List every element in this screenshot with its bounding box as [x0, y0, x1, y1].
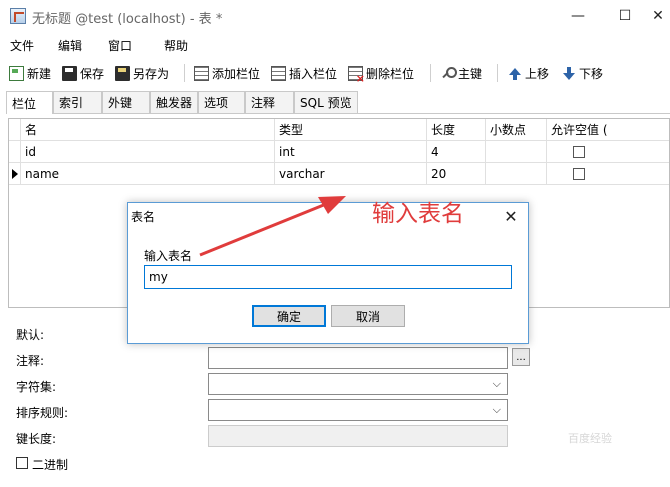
watermark: 百度经验 — [568, 432, 612, 445]
add-column-button[interactable]: 添加栏位 — [194, 63, 260, 83]
insert-column-label: 插入栏位 — [289, 66, 338, 81]
insert-column-icon — [271, 65, 286, 81]
key-length-field — [208, 425, 508, 447]
new-icon — [9, 65, 24, 81]
table-row-nullable-cell[interactable] — [547, 141, 669, 163]
primary-key-label: 主键 — [458, 66, 483, 81]
cancel-button[interactable]: 取消 — [331, 305, 405, 327]
charset-select[interactable]: ⌵ — [208, 373, 508, 395]
add-column-label: 添加栏位 — [212, 66, 261, 81]
insert-column-button[interactable]: 插入栏位 — [271, 63, 337, 83]
tab-comment[interactable]: 注释 — [245, 91, 294, 113]
collation-select[interactable]: ⌵ — [208, 399, 508, 421]
save-as-label: 另存为 — [133, 66, 170, 81]
arrow-up-icon — [507, 66, 522, 81]
chevron-down-icon: ⌵ — [492, 377, 501, 390]
default-label: 默认: — [16, 328, 45, 342]
move-down-button[interactable]: 下移 — [561, 63, 603, 83]
comment-ellipsis-button[interactable]: ... — [512, 348, 530, 366]
nullable-checkbox[interactable] — [573, 167, 585, 180]
save-as-icon — [115, 65, 130, 81]
table-name-input[interactable]: my — [144, 265, 512, 289]
table-designer-icon — [10, 8, 26, 24]
toolbar-separator — [497, 64, 498, 82]
tab-divider — [6, 113, 670, 114]
minimize-icon[interactable]: — — [555, 0, 601, 32]
dialog-title: 表名 — [131, 210, 156, 224]
tab-options[interactable]: 选项 — [198, 91, 245, 113]
window-title: 无标题 @test (localhost) - 表 * — [32, 12, 223, 27]
tab-foreign-keys[interactable]: 外键 — [102, 91, 150, 113]
toolbar-separator — [430, 64, 431, 82]
close-icon[interactable]: ✕ — [646, 0, 670, 32]
maximize-icon[interactable]: ☐ — [602, 0, 648, 32]
move-up-button[interactable]: 上移 — [507, 63, 549, 83]
binary-label: 二进制 — [32, 458, 69, 472]
menu-bar: 文件 编辑 窗口 帮助 — [0, 32, 670, 56]
delete-column-label: 删除栏位 — [366, 66, 415, 81]
collation-label: 排序规则: — [16, 406, 69, 420]
close-icon[interactable]: ✕ — [498, 203, 524, 229]
table-row-type-cell[interactable]: varchar — [275, 163, 427, 185]
new-label: 新建 — [27, 66, 52, 81]
save-icon — [62, 65, 77, 81]
table-row-name-cell[interactable]: name — [21, 163, 275, 185]
table-row-length-cell[interactable]: 4 — [427, 141, 486, 163]
add-column-icon — [194, 65, 209, 81]
comment-field[interactable] — [208, 347, 508, 369]
table-row-decimals-cell[interactable] — [486, 163, 547, 185]
table-row-nullable-cell[interactable] — [547, 163, 669, 185]
chevron-down-icon: ⌵ — [492, 403, 501, 416]
menu-window[interactable]: 窗口 — [108, 37, 132, 54]
move-down-label: 下移 — [579, 66, 604, 81]
save-label: 保存 — [80, 66, 105, 81]
tab-triggers[interactable]: 触发器 — [150, 91, 198, 113]
binary-checkbox[interactable] — [16, 457, 28, 469]
ok-button[interactable]: 确定 — [252, 305, 326, 327]
row-header-cell — [9, 119, 21, 141]
key-icon — [440, 66, 457, 81]
column-header-decimals[interactable]: 小数点 — [486, 119, 547, 141]
tab-fields[interactable]: 栏位 — [6, 91, 53, 114]
menu-help[interactable]: 帮助 — [164, 37, 188, 54]
tab-sql-preview[interactable]: SQL 预览 — [294, 91, 358, 113]
arrow-down-icon — [561, 66, 576, 81]
charset-label: 字符集: — [16, 380, 57, 394]
table-name-dialog: 表名 ✕ 输入表名 my 确定 取消 — [127, 202, 529, 344]
save-button[interactable]: 保存 — [62, 63, 104, 83]
table-name-prompt: 输入表名 — [144, 249, 193, 263]
delete-column-icon — [348, 65, 365, 85]
move-up-label: 上移 — [525, 66, 550, 81]
tab-indexes[interactable]: 索引 — [53, 91, 102, 113]
key-length-label: 键长度: — [16, 432, 57, 446]
nullable-checkbox[interactable] — [573, 145, 585, 158]
table-row-length-cell[interactable]: 20 — [427, 163, 486, 185]
primary-key-button[interactable]: 主键 — [440, 63, 482, 83]
toolbar: 新建 保存 另存为 添加栏位 插入栏位 删除栏位 主键 上移 下移 — [0, 58, 670, 88]
column-header-type[interactable]: 类型 — [275, 119, 427, 141]
new-button[interactable]: 新建 — [9, 63, 51, 83]
table-row-name-cell[interactable]: id — [21, 141, 275, 163]
column-header-length[interactable]: 长度 — [427, 119, 486, 141]
annotation-text: 输入表名 — [372, 201, 464, 227]
delete-column-button[interactable]: 删除栏位 — [348, 63, 415, 85]
table-row-type-cell[interactable]: int — [275, 141, 427, 163]
menu-file[interactable]: 文件 — [10, 37, 34, 54]
menu-edit[interactable]: 编辑 — [58, 37, 82, 54]
save-as-button[interactable]: 另存为 — [115, 63, 169, 83]
column-header-nullable[interactable]: 允许空值 ( — [547, 119, 669, 141]
table-row-decimals-cell[interactable] — [486, 141, 547, 163]
column-header-name[interactable]: 名 — [21, 119, 275, 141]
row-header-cell — [9, 141, 21, 163]
comment-label: 注释: — [16, 354, 45, 368]
title-bar: 无标题 @test (localhost) - 表 * — ☐ ✕ — [0, 0, 670, 32]
row-header-cell — [9, 163, 21, 185]
toolbar-separator — [184, 64, 185, 82]
current-row-icon — [12, 169, 18, 179]
